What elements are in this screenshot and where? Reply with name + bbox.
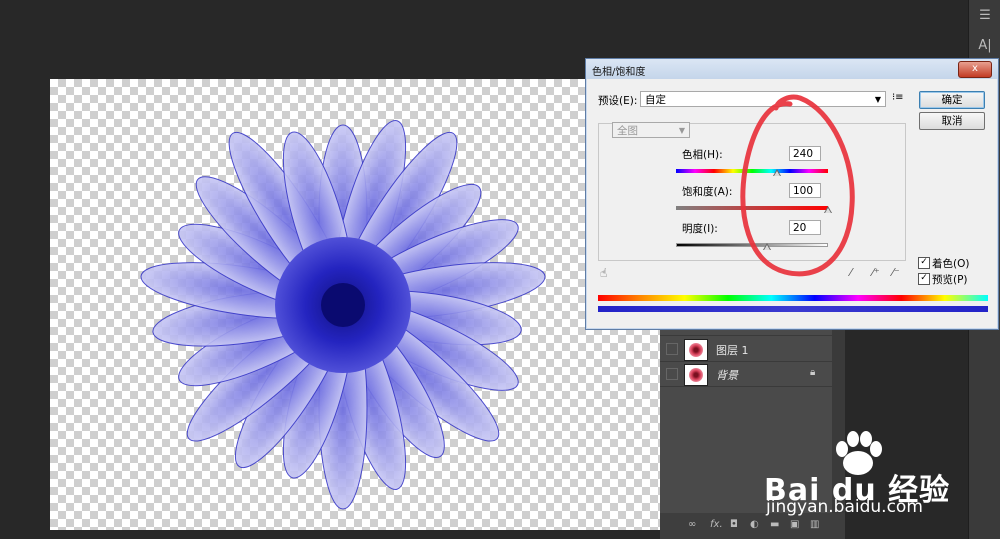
layer-name: 背景	[716, 369, 738, 382]
baidu-watermark: Bai du 经验 jingyan.baidu.com	[738, 425, 968, 525]
mask-icon[interactable]: ◘	[730, 519, 738, 530]
layer-row[interactable]: 背景 🔒︎	[660, 362, 832, 387]
hue-slider-thumb[interactable]	[773, 169, 782, 176]
preset-value: 自定	[645, 94, 666, 106]
hand-adjust-icon[interactable]: ☝	[600, 266, 607, 280]
layer-thumbnail	[684, 364, 708, 386]
hue-label: 色相(H):	[682, 149, 723, 161]
adjustment-group	[598, 123, 906, 261]
dialog-titlebar[interactable]: 色相/饱和度 x	[586, 59, 998, 79]
preset-select[interactable]: 自定 ▼	[640, 91, 886, 107]
document-canvas[interactable]	[50, 79, 660, 530]
eyedropper-minus-icon[interactable]: ⁄⁻	[892, 266, 900, 279]
eyedropper-icon[interactable]: ⁄	[850, 266, 852, 279]
visibility-toggle[interactable]	[666, 343, 678, 355]
hue-field[interactable]: 240	[789, 146, 821, 161]
saturation-slider-track[interactable]	[676, 206, 828, 210]
channel-select[interactable]: 全图 ▼	[612, 122, 690, 138]
layer-row[interactable]: 图层 1	[660, 337, 832, 362]
saturation-label: 饱和度(A):	[682, 186, 733, 198]
ok-button[interactable]: 确定	[919, 91, 985, 109]
eyedropper-plus-icon[interactable]: ⁄⁺	[872, 266, 880, 279]
channel-value: 全图	[617, 125, 638, 137]
visibility-toggle[interactable]	[666, 368, 678, 380]
saturation-field[interactable]: 100	[789, 183, 821, 198]
lightness-slider-thumb[interactable]	[763, 243, 772, 250]
hue-saturation-dialog: 色相/饱和度 x 预设(E): 自定 ▼ ⁝≡ 确定 取消 全图 ▼ 色相(H)…	[585, 58, 999, 330]
preset-label: 预设(E):	[598, 95, 638, 107]
sliders-icon[interactable]: ☰	[975, 6, 995, 26]
hue-slider-track[interactable]	[676, 169, 828, 173]
character-icon[interactable]: A|	[975, 36, 995, 56]
output-spectrum-bar	[598, 306, 988, 312]
close-button[interactable]: x	[958, 61, 992, 78]
link-icon[interactable]: ∞	[688, 519, 696, 530]
cancel-button[interactable]: 取消	[919, 112, 985, 130]
fx-icon[interactable]: fx.	[710, 519, 723, 530]
chevron-down-icon: ▼	[874, 95, 881, 104]
flower-image	[140, 120, 546, 510]
preview-checkbox[interactable]: ✓	[918, 273, 930, 285]
lock-icon: 🔒︎	[810, 367, 816, 378]
colorize-label: 着色(O)	[932, 258, 970, 270]
saturation-slider-thumb[interactable]	[824, 206, 832, 213]
lightness-slider-track[interactable]	[676, 243, 828, 247]
layer-name: 图层 1	[716, 344, 749, 357]
input-spectrum-bar	[598, 295, 988, 301]
colorize-checkbox[interactable]: ✓	[918, 257, 930, 269]
preview-label: 预览(P)	[932, 274, 968, 286]
layer-thumbnail	[684, 339, 708, 361]
menu-list-icon[interactable]: ⁝≡	[892, 92, 904, 103]
lightness-field[interactable]: 20	[789, 220, 821, 235]
dialog-title: 色相/饱和度	[592, 67, 646, 78]
chevron-down-icon: ▼	[678, 126, 685, 135]
lightness-label: 明度(I):	[682, 223, 718, 235]
watermark-url: jingyan.baidu.com	[766, 497, 923, 517]
